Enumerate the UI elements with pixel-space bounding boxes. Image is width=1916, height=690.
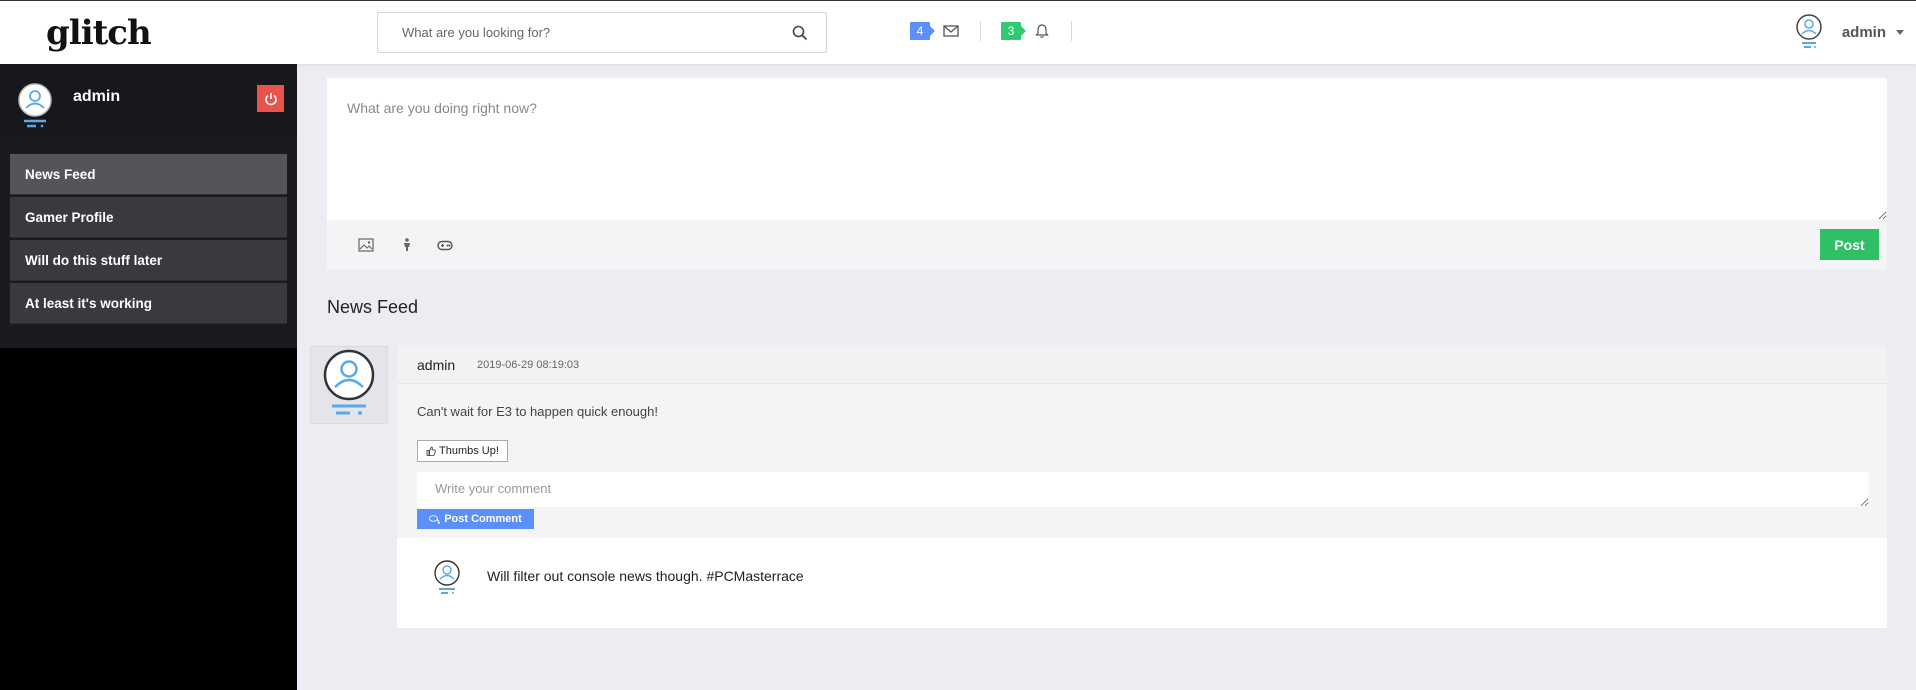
search-icon[interactable] bbox=[792, 25, 808, 41]
post-comment-label: Post Comment bbox=[444, 513, 522, 525]
sidebar-user-panel: admin bbox=[0, 64, 297, 135]
composer-toolbar: Post bbox=[327, 220, 1887, 270]
user-menu[interactable]: admin bbox=[1794, 13, 1904, 51]
person-icon[interactable] bbox=[398, 236, 416, 254]
search-input[interactable] bbox=[378, 13, 768, 52]
top-navbar: glitch 4 3 admin bbox=[0, 0, 1916, 64]
gamepad-icon[interactable] bbox=[436, 236, 454, 254]
post-avatar[interactable] bbox=[310, 346, 388, 424]
post-header: admin 2019-06-29 08:19:03 bbox=[397, 345, 1887, 384]
sidebar-item-news-feed[interactable]: News Feed bbox=[10, 154, 287, 195]
notifications-indicator[interactable]: 3 bbox=[1001, 21, 1050, 41]
post-comment-button[interactable]: Post Comment bbox=[417, 509, 534, 529]
post-content: Can't wait for E3 to happen quick enough… bbox=[417, 404, 658, 419]
comment-input[interactable] bbox=[417, 472, 1869, 507]
thumbs-up-label: Thumbs Up! bbox=[439, 445, 499, 457]
power-icon bbox=[264, 92, 277, 105]
messages-indicator[interactable]: 4 bbox=[910, 21, 959, 41]
post-timestamp: 2019-06-29 08:19:03 bbox=[477, 359, 580, 371]
messages-count-badge: 4 bbox=[910, 22, 935, 40]
chevron-down-icon bbox=[1896, 29, 1904, 35]
image-icon[interactable] bbox=[357, 236, 375, 254]
page-title: News Feed bbox=[327, 297, 419, 317]
bell-icon[interactable] bbox=[1034, 23, 1050, 39]
divider bbox=[980, 21, 981, 41]
user-avatar-icon bbox=[1796, 14, 1822, 48]
user-name: admin bbox=[1841, 23, 1886, 41]
post-author[interactable]: admin bbox=[417, 357, 455, 373]
sidebar-item-working[interactable]: At least it's working bbox=[10, 283, 287, 324]
sidebar-avatar-icon bbox=[18, 83, 52, 128]
sidebar-nav: News Feed Gamer Profile Will do this stu… bbox=[0, 135, 297, 348]
feed-post: admin 2019-06-29 08:19:03 Can't wait for… bbox=[397, 345, 1887, 628]
comment-text: Will filter out console news though. #PC… bbox=[487, 568, 804, 584]
search-bar bbox=[377, 12, 827, 53]
sidebar-item-gamer-profile[interactable]: Gamer Profile bbox=[10, 197, 287, 238]
post-button[interactable]: Post bbox=[1820, 229, 1879, 260]
sidebar: admin News Feed Gamer Profile Will do th… bbox=[0, 64, 297, 690]
user-avatar-icon bbox=[323, 349, 375, 415]
logout-button[interactable] bbox=[257, 85, 284, 112]
sidebar-user-name: admin bbox=[73, 88, 121, 105]
envelope-icon[interactable] bbox=[943, 23, 959, 39]
divider bbox=[1071, 21, 1072, 41]
notifications-count-badge: 3 bbox=[1001, 22, 1026, 40]
thumbs-up-button[interactable]: Thumbs Up! bbox=[417, 440, 508, 462]
thumbs-up-icon bbox=[426, 446, 436, 456]
comments-icon bbox=[429, 514, 441, 524]
status-composer: Post bbox=[327, 78, 1887, 270]
status-input[interactable] bbox=[327, 78, 1887, 220]
sidebar-item-later[interactable]: Will do this stuff later bbox=[10, 240, 287, 281]
commenter-avatar-icon[interactable] bbox=[433, 560, 461, 598]
comment-item: Will filter out console news though. #PC… bbox=[397, 538, 1887, 628]
logo[interactable]: glitch bbox=[46, 13, 152, 53]
